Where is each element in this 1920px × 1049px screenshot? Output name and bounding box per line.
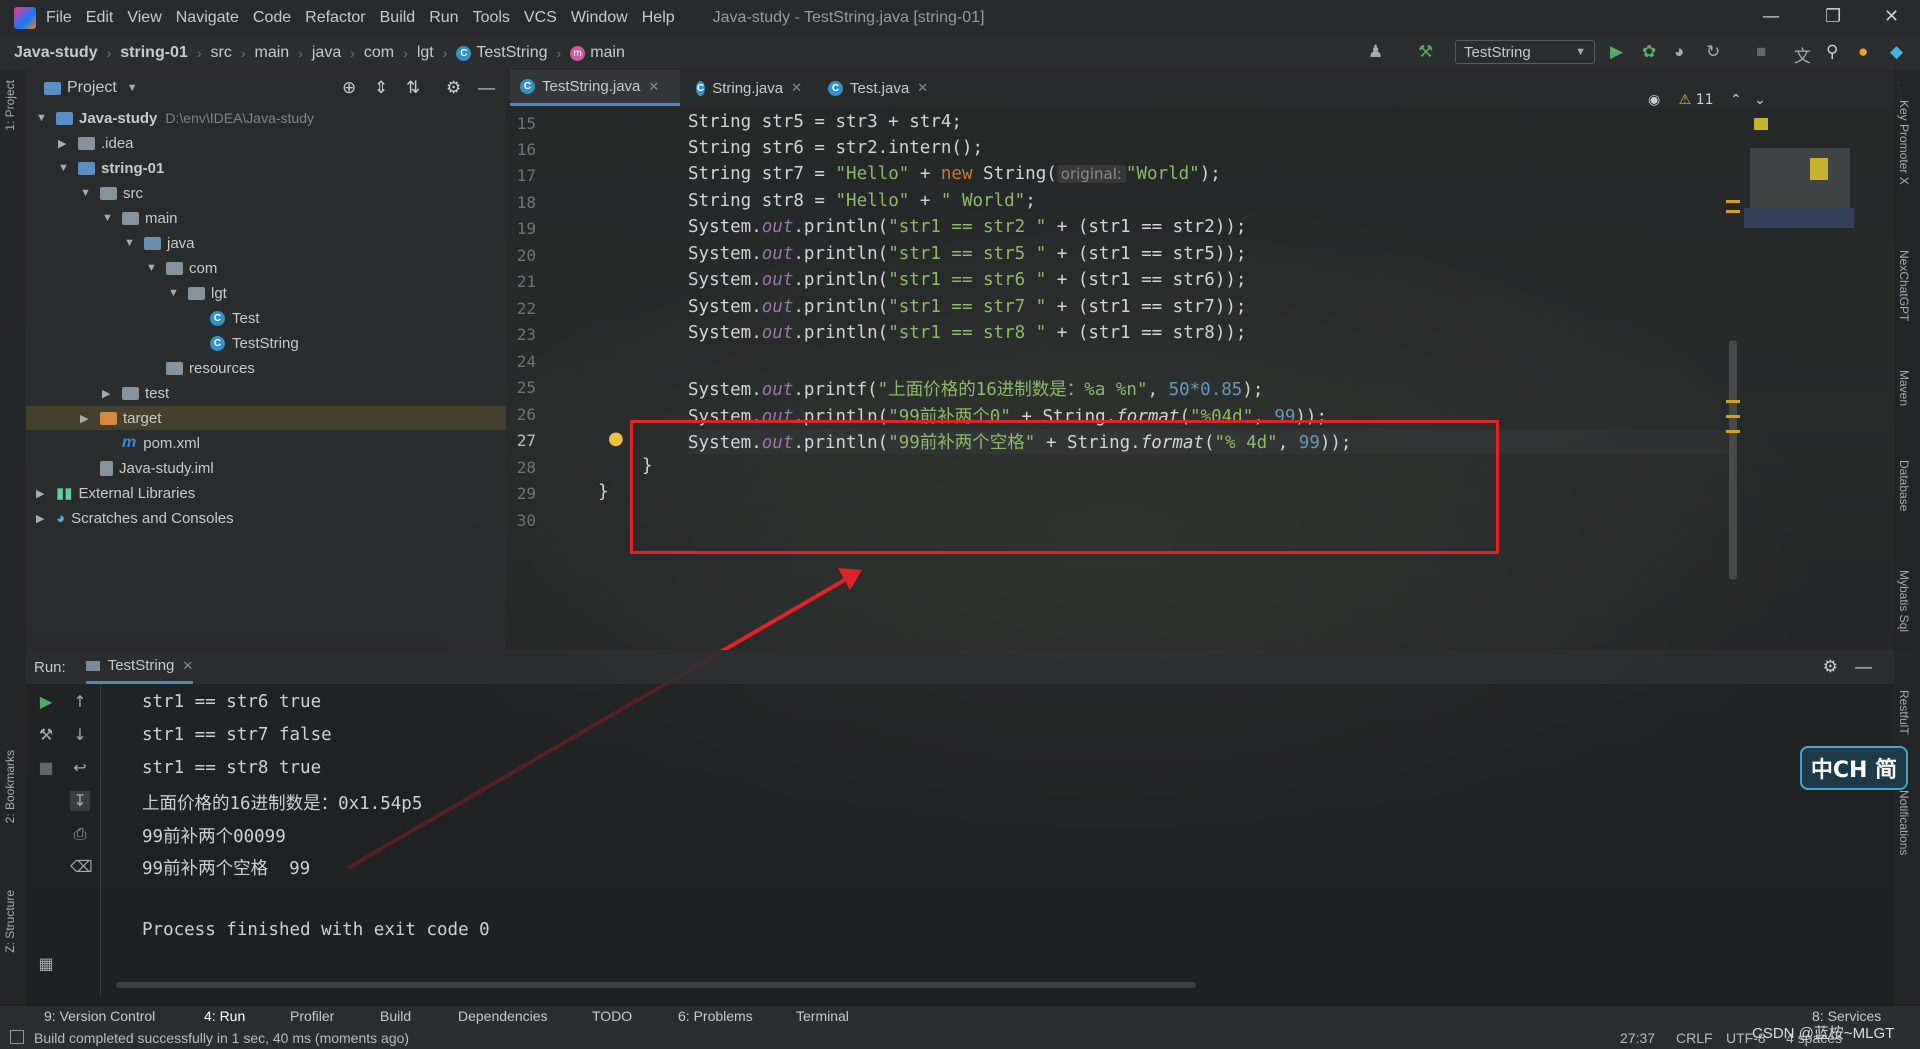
run-tab-label: TestString [107, 657, 175, 674]
soft-wrap-icon[interactable]: ↩ [70, 758, 90, 778]
database-tab[interactable]: Database [1897, 460, 1911, 511]
build-tool[interactable]: Build [380, 1008, 411, 1024]
notifications-tab[interactable]: Notifications [1897, 790, 1911, 855]
console-line: Process finished with exit code 0 [142, 920, 490, 940]
close-tab-icon[interactable]: ✕ [182, 658, 193, 674]
console-line: 99前补两个00099 [142, 827, 286, 847]
run-tool[interactable]: 4: Run [204, 1008, 245, 1024]
stop-icon[interactable]: ■ [36, 758, 56, 778]
nexchatgpt-tab[interactable]: NexChatGPT [1897, 250, 1911, 321]
run-label: Run: [34, 658, 66, 676]
console-line: str1 == str8 true [142, 758, 322, 778]
problems-tool[interactable]: 6: Problems [678, 1008, 753, 1024]
right-tool-strip: Key Promoter X NexChatGPT Maven Database… [1894, 70, 1920, 1008]
rerun-icon[interactable]: ▶ [36, 692, 56, 712]
run-tab-teststring[interactable]: TestString ✕ [85, 650, 194, 684]
terminal-tool[interactable]: Terminal [796, 1008, 849, 1024]
console-divider [100, 684, 101, 996]
console-horizontal-scrollbar[interactable] [116, 982, 1196, 988]
run-config-icon [85, 660, 100, 671]
bottom-tool-bar: 9: Version Control 4: Run Profiler Build… [0, 1006, 1920, 1028]
toggle-tool-windows-icon[interactable] [10, 1030, 24, 1044]
caret-position[interactable]: 27:37 [1620, 1030, 1655, 1046]
mybatis-sql-tab[interactable]: Mybatis Sql [1897, 570, 1911, 632]
run-console: ▶ ⚒ ■ ↑ ↓ ↩ ↧ ⎙ ⌫ ▦ ✦ str1 == str6 true … [26, 684, 1894, 996]
arrow-up-icon[interactable]: ↑ [70, 692, 90, 712]
ime-indicator[interactable]: 中CH 简 [1800, 746, 1908, 790]
profiler-tool[interactable]: Profiler [290, 1008, 334, 1024]
console-line: str1 == str7 false [142, 725, 332, 745]
wrench-icon[interactable]: ⚒ [36, 725, 56, 745]
restful-tab[interactable]: RestfulT [1897, 690, 1911, 735]
dependencies-tool[interactable]: Dependencies [458, 1008, 548, 1024]
key-promoter-tab[interactable]: Key Promoter X [1897, 100, 1911, 185]
todo-tool[interactable]: TODO [592, 1008, 632, 1024]
console-line: 99前补两个空格 99 [142, 859, 311, 879]
trash-icon[interactable]: ⌫ [70, 857, 93, 877]
arrow-down-icon[interactable]: ↓ [70, 725, 90, 745]
hide-panel-icon[interactable]: — [1855, 657, 1872, 677]
version-control-tool[interactable]: 9: Version Control [44, 1008, 155, 1024]
status-message[interactable]: Build completed successfully in 1 sec, 4… [34, 1030, 409, 1046]
console-line: str1 == str6 true [142, 692, 322, 712]
maven-tab[interactable]: Maven [1897, 370, 1911, 406]
scroll-to-end-icon[interactable]: ↧ [70, 791, 90, 811]
gear-icon[interactable]: ⚙ [1823, 657, 1838, 677]
console-line: 上面价格的16进制数是：0x1.54p5 [142, 794, 423, 814]
line-separator[interactable]: CRLF [1676, 1030, 1713, 1046]
print-icon[interactable]: ⎙ [70, 824, 90, 844]
csdn-watermark: CSDN @蓝桉~MLGT [1752, 1025, 1895, 1042]
status-bar: Build completed successfully in 1 sec, 4… [0, 1025, 1920, 1049]
run-panel-header: Run: TestString ✕ ⚙ — [26, 650, 1894, 684]
arrow-head [838, 568, 862, 590]
layout-icon[interactable]: ▦ [36, 954, 56, 974]
